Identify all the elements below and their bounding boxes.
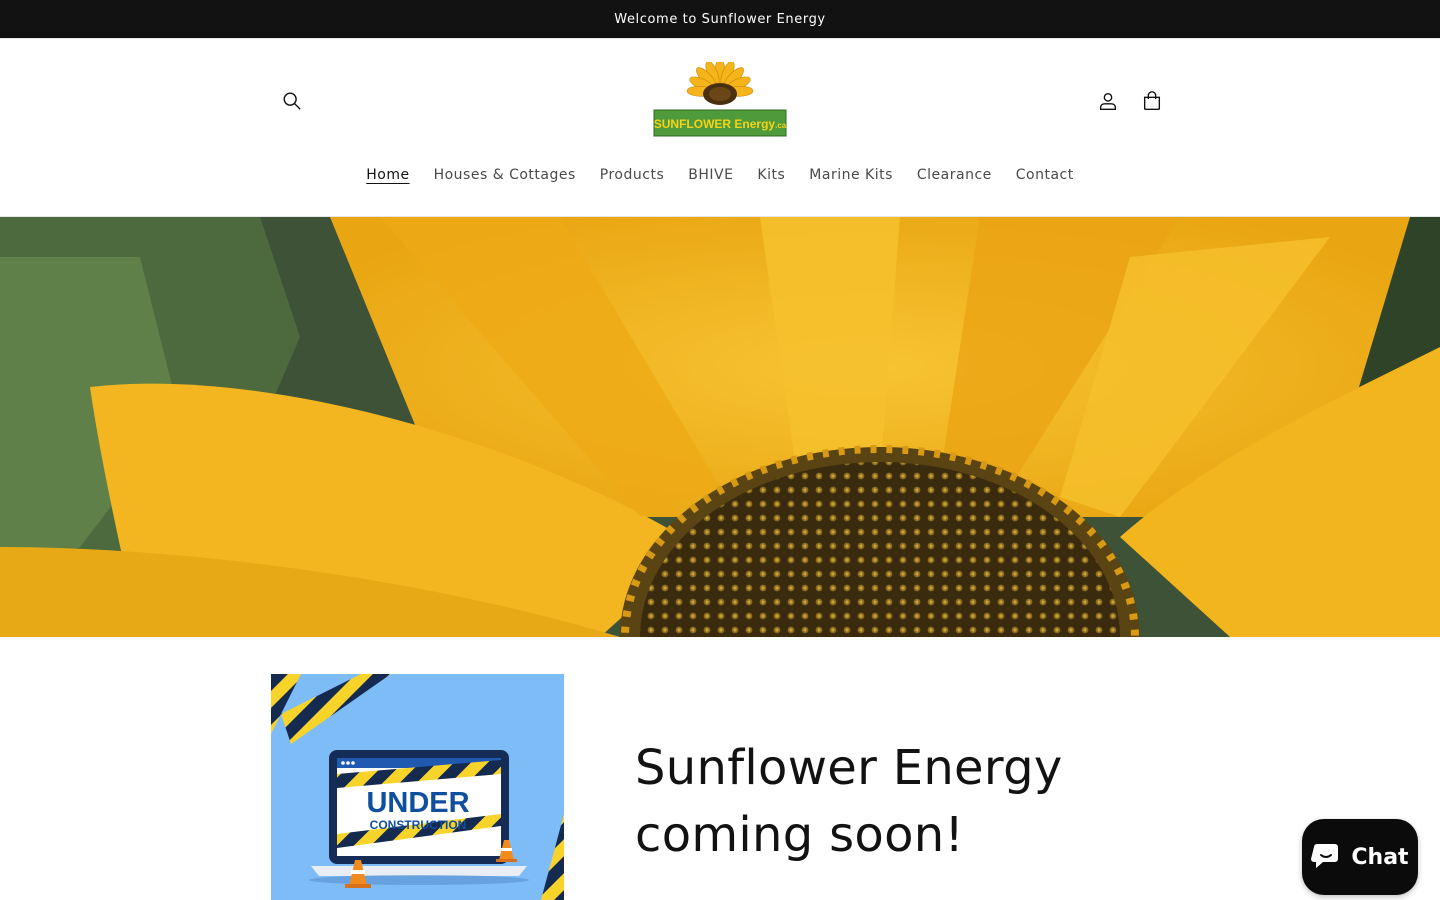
construction-text: CONSTRUCTION <box>370 818 467 832</box>
sunflower-hero-image <box>0 217 1440 637</box>
chat-label: Chat <box>1351 844 1409 870</box>
search-icon <box>283 92 301 110</box>
store-logo[interactable]: SUNFLOWER Energy.ca <box>650 58 790 140</box>
under-construction-illustration: UNDER CONSTRUCTION <box>271 674 564 900</box>
cart-button[interactable] <box>1130 79 1174 123</box>
main-navigation: Home Houses & Cottages Products BHIVE Ki… <box>0 160 1440 190</box>
account-icon <box>1099 92 1117 110</box>
hero-banner <box>0 217 1440 637</box>
under-text: UNDER <box>366 787 469 819</box>
logo-suffix: .ca <box>775 121 787 130</box>
nav-item-marine-kits[interactable]: Marine Kits <box>797 167 905 183</box>
page-headline: Sunflower Energy coming soon! <box>635 735 1155 869</box>
announcement-text: Welcome to Sunflower Energy <box>614 11 826 27</box>
nav-item-products[interactable]: Products <box>588 167 676 183</box>
nav-item-bhive[interactable]: BHIVE <box>676 167 745 183</box>
chat-bubble-icon <box>1311 844 1339 868</box>
account-button[interactable] <box>1086 79 1130 123</box>
svg-text:SUNFLOWER Energy.ca: SUNFLOWER Energy.ca <box>654 117 787 131</box>
headline-line-2: coming soon! <box>635 807 965 863</box>
search-button[interactable] <box>270 79 314 123</box>
sunflower-logo-icon: SUNFLOWER Energy.ca <box>653 58 787 137</box>
cart-icon <box>1143 91 1161 110</box>
nav-item-houses-cottages[interactable]: Houses & Cottages <box>422 167 588 183</box>
nav-item-contact[interactable]: Contact <box>1004 167 1086 183</box>
nav-item-home[interactable]: Home <box>354 167 421 183</box>
announcement-bar: Welcome to Sunflower Energy <box>0 0 1440 38</box>
nav-item-clearance[interactable]: Clearance <box>905 167 1004 183</box>
logo-text: SUNFLOWER Energy <box>654 117 776 131</box>
chat-button[interactable]: Chat <box>1302 819 1418 895</box>
headline-line-1: Sunflower Energy <box>635 740 1063 796</box>
header-divider <box>0 38 1440 39</box>
under-construction-image: UNDER CONSTRUCTION <box>271 674 564 900</box>
nav-item-kits[interactable]: Kits <box>745 167 797 183</box>
